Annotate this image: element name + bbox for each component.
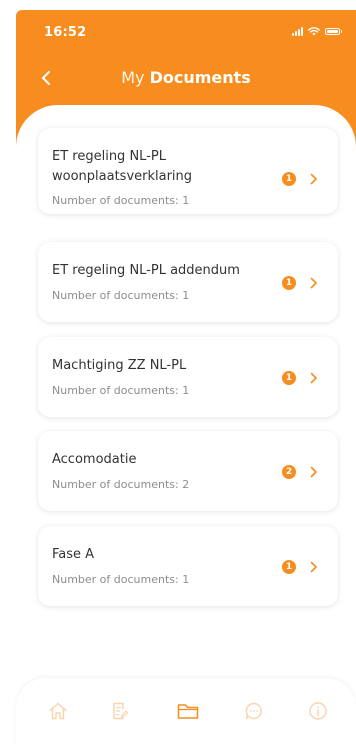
document-card[interactable]: Accomodatie Number of documents: 2 2 bbox=[38, 431, 338, 511]
status-time: 16:52 bbox=[44, 25, 87, 40]
tab-info[interactable] bbox=[304, 697, 332, 725]
document-badge: 1 bbox=[282, 560, 296, 574]
document-title: Machtiging ZZ NL-PL bbox=[52, 358, 187, 373]
document-card[interactable]: Machtiging ZZ NL-PL Number of documents:… bbox=[38, 337, 338, 417]
document-title: ET regeling NL-PL woonplaatsverklaring bbox=[52, 149, 193, 184]
document-count: Number of documents: 1 bbox=[52, 384, 190, 397]
tab-messages[interactable] bbox=[240, 697, 268, 725]
top-frame bbox=[0, 0, 356, 10]
document-badge: 1 bbox=[282, 276, 296, 290]
documents-list: ET regeling NL-PL woonplaatsverklaring N… bbox=[16, 105, 356, 744]
document-count: Number of documents: 1 bbox=[52, 289, 190, 302]
document-edit-icon bbox=[113, 702, 129, 720]
chat-icon bbox=[245, 702, 262, 720]
chevron-right-icon bbox=[306, 370, 322, 386]
tab-bar bbox=[16, 678, 356, 744]
page-title: My Documents bbox=[16, 68, 356, 87]
chevron-right-icon bbox=[306, 171, 322, 187]
chevron-right-icon bbox=[306, 275, 322, 291]
tab-home[interactable] bbox=[44, 697, 72, 725]
document-badge: 2 bbox=[282, 465, 296, 479]
tab-document-edit[interactable] bbox=[106, 697, 134, 725]
document-badge: 1 bbox=[282, 172, 296, 186]
status-icons bbox=[292, 27, 342, 36]
document-count: Number of documents: 1 bbox=[52, 573, 190, 586]
document-card[interactable]: ET regeling NL-PL addendum Number of doc… bbox=[38, 242, 338, 322]
tab-documents[interactable] bbox=[174, 697, 202, 725]
home-icon bbox=[49, 702, 67, 720]
screen: 16:52 My Documents ET regeling NL-PL woo… bbox=[0, 0, 356, 744]
info-icon bbox=[309, 702, 327, 720]
chevron-right-icon bbox=[306, 559, 322, 575]
document-card[interactable]: ET regeling NL-PL woonplaatsverklaring N… bbox=[38, 128, 338, 214]
wifi-icon bbox=[308, 27, 320, 36]
document-count: Number of documents: 2 bbox=[52, 478, 190, 491]
chevron-right-icon bbox=[306, 464, 322, 480]
page-title-prefix: My bbox=[121, 68, 145, 87]
signal-icon bbox=[292, 27, 303, 36]
battery-icon bbox=[325, 28, 342, 35]
document-badge: 1 bbox=[282, 371, 296, 385]
document-title: Fase A bbox=[52, 547, 95, 562]
document-title: Accomodatie bbox=[52, 452, 137, 467]
document-card[interactable]: Fase A Number of documents: 1 1 bbox=[38, 526, 338, 606]
folder-icon bbox=[177, 704, 199, 719]
document-title: ET regeling NL-PL addendum bbox=[52, 263, 240, 278]
page-title-main: Documents bbox=[149, 68, 251, 87]
document-count: Number of documents: 1 bbox=[52, 194, 190, 207]
